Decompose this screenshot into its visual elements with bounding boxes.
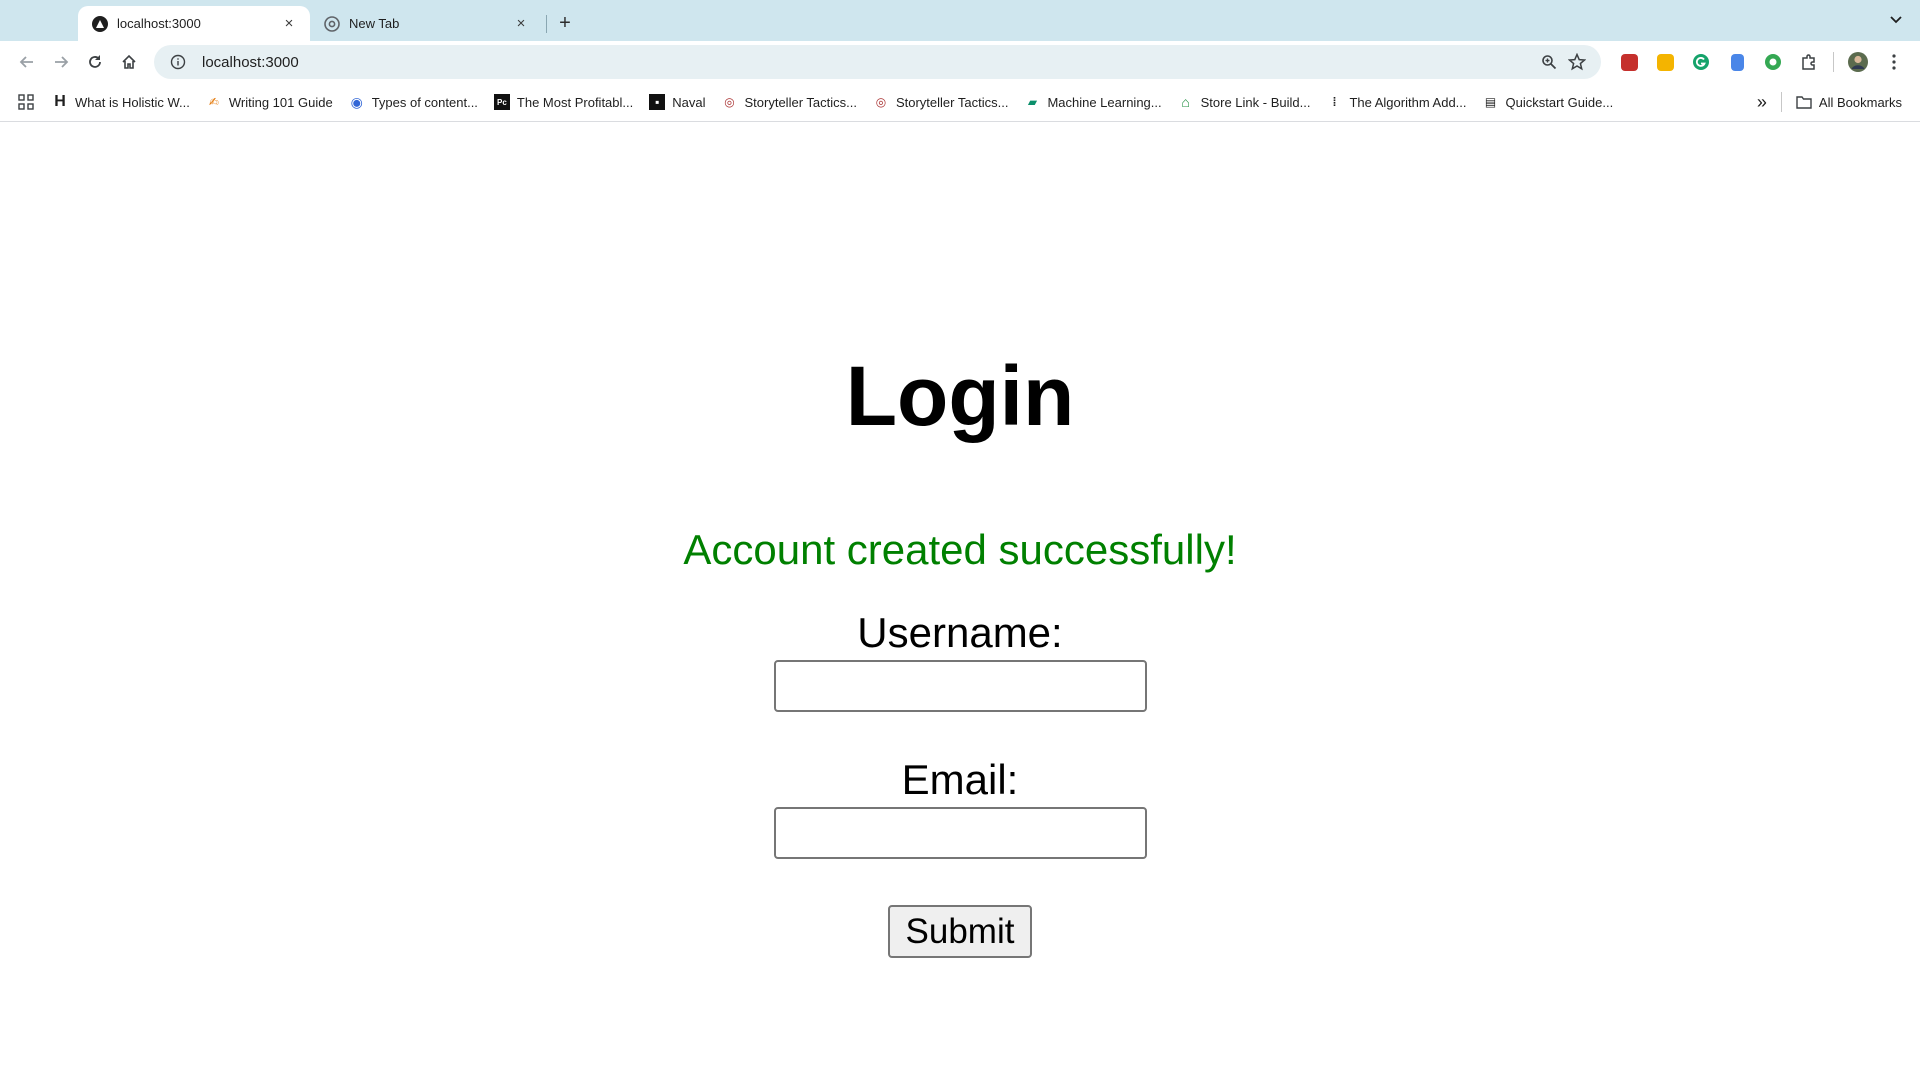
bookmark-favicon-icon: ◎ xyxy=(875,95,887,109)
submit-button[interactable]: Submit xyxy=(888,905,1032,958)
bookmark-item[interactable]: ▤ Quickstart Guide... xyxy=(1475,88,1622,116)
grammarly-icon[interactable] xyxy=(1683,45,1719,79)
bookmark-label: Writing 101 Guide xyxy=(228,94,333,110)
tab-close-icon[interactable]: × xyxy=(280,15,298,33)
success-message: Account created successfully! xyxy=(683,526,1237,573)
bookmark-label: Types of content... xyxy=(371,94,478,110)
bookmark-item[interactable]: ✍ Writing 101 Guide xyxy=(198,88,341,116)
page-content: Login Account created successfully! User… xyxy=(0,122,1920,1080)
tab-search-chevron-icon[interactable] xyxy=(1886,10,1906,30)
extension-yellow-icon[interactable] xyxy=(1647,45,1683,79)
tab-separator xyxy=(546,15,547,33)
forward-arrow-icon[interactable] xyxy=(44,45,78,79)
bookmark-favicon-icon: ⌂ xyxy=(1181,94,1190,110)
tab-localhost[interactable]: localhost:3000 × xyxy=(78,6,310,41)
zoom-icon[interactable] xyxy=(1535,48,1563,76)
username-label: Username: xyxy=(857,609,1063,656)
bookmark-favicon-icon: ✍ xyxy=(208,95,219,109)
bookmark-label: Storyteller Tactics... xyxy=(744,94,857,110)
tab-close-icon[interactable]: × xyxy=(512,15,530,33)
bookmark-label: Quickstart Guide... xyxy=(1505,94,1614,110)
all-bookmarks-button[interactable]: All Bookmarks xyxy=(1788,88,1910,116)
bookmark-label: Storyteller Tactics... xyxy=(895,94,1009,110)
bookmark-item[interactable]: Pc The Most Profitabl... xyxy=(486,88,641,116)
bookmark-item[interactable]: ⁞ The Algorithm Add... xyxy=(1318,88,1474,116)
tab-strip: localhost:3000 × New Tab × + xyxy=(0,0,1920,41)
bookmark-item[interactable]: ▪ Naval xyxy=(641,88,713,116)
bookmark-item[interactable]: ◎ Storyteller Tactics... xyxy=(865,88,1016,116)
back-arrow-icon[interactable] xyxy=(10,45,44,79)
bookmark-favicon-icon: ◎ xyxy=(724,95,735,109)
all-bookmarks-label: All Bookmarks xyxy=(1818,94,1902,110)
bookmark-favicon-icon: ▪ xyxy=(649,94,666,110)
extension-red-icon[interactable] xyxy=(1611,45,1647,79)
browser-chrome: localhost:3000 × New Tab × + localhost:3… xyxy=(0,0,1920,122)
reload-icon[interactable] xyxy=(78,45,112,79)
tab-new-tab[interactable]: New Tab × xyxy=(310,6,542,41)
bookmark-label: Machine Learning... xyxy=(1047,94,1162,110)
bookmark-label: Store Link - Build... xyxy=(1200,94,1311,110)
bookmark-label: What is Holistic W... xyxy=(75,94,190,110)
bookmark-item[interactable]: ◎ Storyteller Tactics... xyxy=(714,88,865,116)
new-tab-button[interactable]: + xyxy=(551,9,579,37)
profile-avatar[interactable] xyxy=(1840,45,1876,79)
url-text[interactable]: localhost:3000 xyxy=(202,54,1535,71)
browser-menu-icon[interactable] xyxy=(1876,45,1912,79)
extension-green-icon[interactable] xyxy=(1755,45,1791,79)
page-title: Login xyxy=(845,349,1075,443)
bookmark-label: The Algorithm Add... xyxy=(1349,94,1467,110)
bookmark-favicon-icon: ◉ xyxy=(350,93,363,110)
address-bar[interactable]: localhost:3000 xyxy=(154,45,1601,79)
bookmark-favicon-icon: ⁞ xyxy=(1332,95,1337,109)
bookmarks-divider xyxy=(1780,92,1782,112)
tab-title: localhost:3000 xyxy=(117,16,201,31)
bookmark-label: The Most Profitabl... xyxy=(516,94,634,110)
extensions-puzzle-icon[interactable] xyxy=(1791,45,1827,79)
bookmark-item[interactable]: H What is Holistic W... xyxy=(44,88,198,116)
bookmark-favicon-icon: ▰ xyxy=(1027,95,1038,109)
bookmarks-bar: H What is Holistic W... ✍ Writing 101 Gu… xyxy=(0,83,1920,122)
app-favicon-icon xyxy=(92,15,108,32)
bookmark-favicon-icon: H xyxy=(54,93,66,110)
bookmarks-overflow-icon[interactable]: » xyxy=(1749,88,1775,116)
chrome-favicon-icon xyxy=(324,15,340,32)
folder-icon xyxy=(1796,94,1812,110)
email-input[interactable] xyxy=(774,807,1147,859)
email-label: Email: xyxy=(901,756,1019,803)
browser-toolbar: localhost:3000 xyxy=(0,41,1920,83)
home-icon[interactable] xyxy=(112,45,146,79)
bookmark-label: Naval xyxy=(672,94,706,110)
bookmark-favicon-icon: Pc xyxy=(493,94,510,110)
tab-title: New Tab xyxy=(349,16,400,31)
bookmark-favicon-icon: ▤ xyxy=(1484,95,1497,109)
bookmark-item[interactable]: ⌂ Store Link - Build... xyxy=(1170,88,1319,116)
toolbar-divider xyxy=(1833,52,1834,72)
bookmark-item[interactable]: ▰ Machine Learning... xyxy=(1016,88,1169,116)
extension-doc-icon[interactable] xyxy=(1719,45,1755,79)
username-input[interactable] xyxy=(774,660,1147,712)
bookmark-item[interactable]: ◉ Types of content... xyxy=(341,88,486,116)
apps-grid-icon[interactable] xyxy=(14,88,44,116)
bookmark-star-icon[interactable] xyxy=(1563,48,1591,76)
site-info-icon[interactable] xyxy=(164,48,192,76)
